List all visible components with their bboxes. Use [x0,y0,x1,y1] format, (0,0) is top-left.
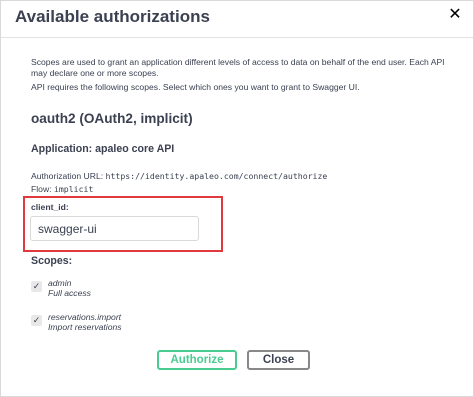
scope-name: admin [48,278,72,288]
application-name: Application: apaleo core API [31,143,175,155]
scope-text-reservations-import: reservations.import Import reservations [48,312,122,332]
scope-description: Full access [48,288,91,298]
authorization-dialog: Available authorizations ✕ Scopes are us… [0,0,474,397]
scope-description: Import reservations [48,322,122,332]
flow-label: Flow: [31,184,52,194]
auth-scheme-title: oauth2 (OAuth2, implicit) [31,111,193,126]
client-id-input[interactable] [30,216,199,241]
scopes-description-line1: Scopes are used to grant an application … [31,57,445,78]
scopes-description-line2: API requires the following scopes. Selec… [31,82,360,92]
scope-text-admin: admin Full access [48,278,91,298]
authorization-url: Authorization URL: https://identity.apal… [31,171,327,181]
dialog-title: Available authorizations [15,7,210,26]
scope-name: reservations.import [48,312,122,322]
client-id-label: client_id: [31,202,69,212]
authorization-url-label: Authorization URL: [31,171,104,181]
scope-checkbox-admin[interactable]: ✓ [31,281,42,292]
dialog-header: Available authorizations ✕ [1,1,473,38]
authorization-url-value: https://identity.apaleo.com/connect/auth… [105,171,328,181]
scope-checkbox-reservations-import[interactable]: ✓ [31,315,42,326]
close-button[interactable]: Close [247,350,310,370]
scopes-title: Scopes: [31,255,73,267]
close-icon[interactable]: ✕ [447,7,463,23]
scopes-description: Scopes are used to grant an application … [31,57,451,96]
flow-info: Flow: implicit [31,184,93,194]
flow-value: implicit [53,184,94,194]
authorize-button[interactable]: Authorize [157,350,237,370]
